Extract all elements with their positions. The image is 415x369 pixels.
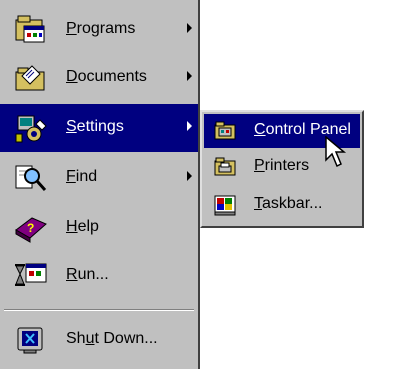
submenu-item-taskbar[interactable]: Taskbar...: [204, 188, 360, 222]
menu-item-find[interactable]: Find: [0, 154, 198, 202]
settings-icon: [14, 112, 48, 144]
help-icon: ?: [14, 212, 48, 244]
submenu-arrow-icon: [187, 23, 192, 33]
menu-item-label: Shut Down...: [66, 330, 158, 347]
start-menu: Programs Documents Settings Find ? Help …: [0, 0, 200, 369]
menu-item-programs[interactable]: Programs: [0, 6, 198, 54]
submenu-arrow-icon: [187, 121, 192, 131]
menu-item-settings[interactable]: Settings: [0, 104, 198, 152]
menu-item-help[interactable]: ? Help: [0, 204, 198, 252]
menu-item-accel: P: [66, 20, 77, 37]
taskbar-icon: [214, 194, 236, 216]
menu-item-label: Help: [66, 218, 99, 235]
programs-icon: [14, 14, 48, 46]
submenu-item-label: Printers: [254, 157, 310, 174]
menu-item-label: Documents: [66, 68, 147, 85]
svg-text:?: ?: [27, 221, 34, 235]
menu-separator: [4, 309, 194, 311]
menu-item-label: Find: [66, 168, 98, 185]
menu-item-run[interactable]: Run...: [0, 252, 198, 300]
documents-icon: [14, 62, 48, 94]
menu-item-label: Settings: [66, 118, 124, 135]
submenu-item-label: Taskbar...: [254, 195, 323, 212]
menu-item-label: Programs: [66, 20, 136, 37]
menu-item-documents[interactable]: Documents: [0, 54, 198, 102]
shutdown-icon: [14, 324, 48, 356]
submenu-arrow-icon: [187, 71, 192, 81]
printers-icon: [214, 156, 236, 178]
run-icon: [14, 260, 48, 292]
menu-item-label: Run...: [66, 266, 109, 283]
submenu-arrow-icon: [187, 171, 192, 181]
find-icon: [14, 162, 48, 194]
control-panel-icon: [214, 120, 236, 142]
mouse-pointer-icon: [325, 135, 347, 170]
menu-item-shut-down[interactable]: Shut Down...: [0, 316, 198, 364]
